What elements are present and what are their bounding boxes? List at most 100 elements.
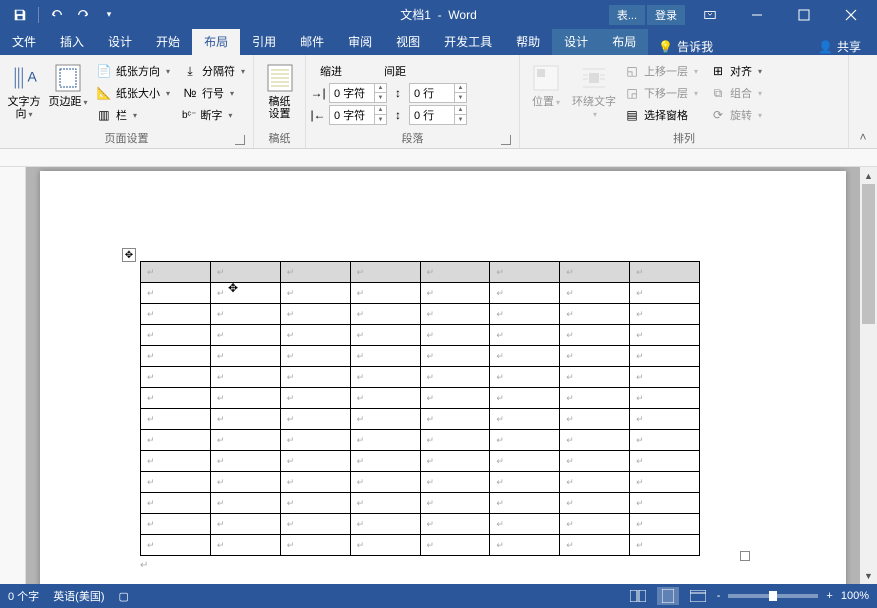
tab-file[interactable]: 文件 [0, 28, 48, 55]
table-cell[interactable] [560, 451, 630, 472]
table-cell[interactable] [560, 262, 630, 283]
table-cell[interactable] [490, 283, 560, 304]
table-cell[interactable] [141, 325, 211, 346]
paragraph-launcher[interactable] [501, 135, 511, 145]
table-row[interactable] [141, 535, 700, 556]
table-cell[interactable] [141, 472, 211, 493]
table-cell[interactable] [630, 367, 700, 388]
table-cell[interactable] [280, 409, 350, 430]
table-cell[interactable] [141, 388, 211, 409]
table-cell[interactable] [210, 283, 280, 304]
table-row[interactable] [141, 493, 700, 514]
table-resize-handle[interactable] [740, 551, 750, 561]
table-cell[interactable] [350, 409, 420, 430]
table-cell[interactable] [560, 514, 630, 535]
zoom-in-button[interactable]: + [826, 590, 832, 602]
ribbon-display-options-button[interactable] [687, 0, 732, 29]
table-cell[interactable] [420, 514, 490, 535]
sign-in-button[interactable]: 登录 [647, 5, 685, 25]
maximize-button[interactable] [781, 0, 826, 29]
table-cell[interactable] [420, 430, 490, 451]
table-cell[interactable] [141, 493, 211, 514]
table-cell[interactable] [420, 409, 490, 430]
scroll-thumb[interactable] [862, 184, 875, 324]
table-cell[interactable] [350, 388, 420, 409]
table-row[interactable] [141, 367, 700, 388]
table-cell[interactable] [141, 262, 211, 283]
table-cell[interactable] [280, 283, 350, 304]
table-cell[interactable] [280, 472, 350, 493]
spin-down[interactable]: ▼ [374, 93, 386, 102]
table-cell[interactable] [420, 346, 490, 367]
table-cell[interactable] [420, 325, 490, 346]
table-cell[interactable] [350, 493, 420, 514]
table-cell[interactable] [280, 304, 350, 325]
web-layout-button[interactable] [687, 587, 709, 605]
table-cell[interactable] [141, 535, 211, 556]
table-cell[interactable] [141, 304, 211, 325]
margins-button[interactable]: 页边距 [48, 60, 88, 109]
tab-table-layout[interactable]: 布局 [600, 28, 648, 55]
table-cell[interactable] [490, 535, 560, 556]
spin-up[interactable]: ▲ [374, 106, 386, 115]
table-cell[interactable] [210, 262, 280, 283]
scroll-track[interactable] [860, 184, 877, 567]
table-cell[interactable] [280, 346, 350, 367]
table-cell[interactable] [630, 472, 700, 493]
table-cell[interactable] [280, 367, 350, 388]
collapse-ribbon-button[interactable]: ˄ [859, 130, 866, 144]
table-cell[interactable] [630, 304, 700, 325]
table-cell[interactable] [490, 514, 560, 535]
table-cell[interactable] [280, 388, 350, 409]
tab-view[interactable]: 视图 [384, 28, 432, 55]
table-cell[interactable] [630, 346, 700, 367]
undo-button[interactable] [45, 3, 69, 27]
document-page[interactable]: ✥ ✥ ↵ [40, 171, 846, 584]
table-cell[interactable] [350, 535, 420, 556]
zoom-out-button[interactable]: - [717, 590, 721, 602]
vertical-scrollbar[interactable]: ▲ ▼ [860, 167, 877, 584]
table-cell[interactable] [630, 409, 700, 430]
qat-customize-button[interactable]: ▾ [97, 3, 121, 27]
table-cell[interactable] [350, 325, 420, 346]
table-cell[interactable] [560, 409, 630, 430]
table-cell[interactable] [141, 367, 211, 388]
table-cell[interactable] [490, 493, 560, 514]
table-cell[interactable] [560, 493, 630, 514]
table-cell[interactable] [210, 472, 280, 493]
tab-devtools[interactable]: 开发工具 [432, 28, 504, 55]
close-button[interactable] [828, 0, 873, 29]
table-row[interactable] [141, 283, 700, 304]
table-cell[interactable] [350, 283, 420, 304]
table-row[interactable] [141, 388, 700, 409]
table-cell[interactable] [141, 451, 211, 472]
share-button[interactable]: 👤 共享 [802, 38, 877, 55]
table-cell[interactable] [141, 346, 211, 367]
document-table[interactable] [140, 261, 700, 556]
table-cell[interactable] [210, 304, 280, 325]
table-cell[interactable] [560, 283, 630, 304]
hyphenation-button[interactable]: bᶜ⁻断字 [178, 104, 249, 126]
table-row[interactable] [141, 472, 700, 493]
table-cell[interactable] [630, 493, 700, 514]
table-cell[interactable] [210, 493, 280, 514]
tab-home[interactable]: 开始 [144, 28, 192, 55]
table-cell[interactable] [490, 346, 560, 367]
table-cell[interactable] [141, 514, 211, 535]
table-move-handle[interactable]: ✥ [122, 248, 136, 262]
table-cell[interactable] [630, 388, 700, 409]
table-cell[interactable] [210, 430, 280, 451]
table-cell[interactable] [210, 409, 280, 430]
table-cell[interactable] [280, 535, 350, 556]
table-row[interactable] [141, 409, 700, 430]
table-cell[interactable] [420, 472, 490, 493]
spin-up[interactable]: ▲ [454, 84, 466, 93]
table-cell[interactable] [280, 325, 350, 346]
tab-layout[interactable]: 布局 [192, 28, 240, 55]
tell-me-search[interactable]: 💡 告诉我 [648, 38, 723, 55]
table-cell[interactable] [210, 451, 280, 472]
table-cell[interactable] [490, 430, 560, 451]
table-cell[interactable] [630, 283, 700, 304]
table-cell[interactable] [280, 451, 350, 472]
table-cell[interactable] [210, 535, 280, 556]
